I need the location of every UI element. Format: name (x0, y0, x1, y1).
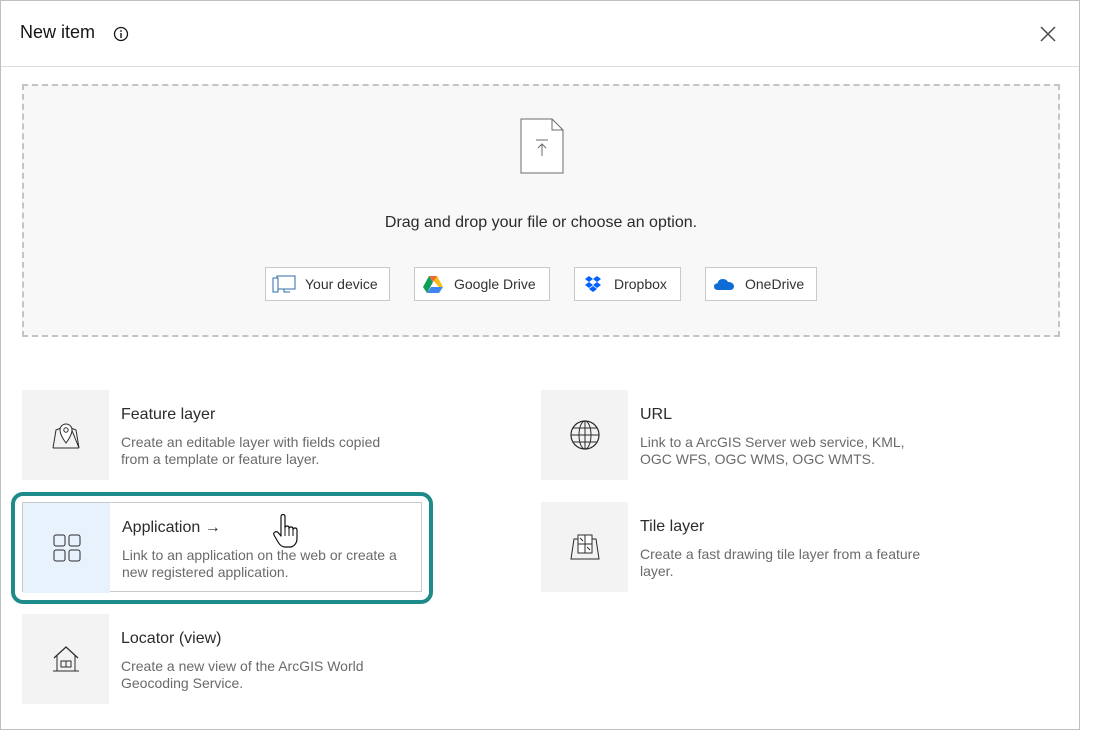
onedrive-icon (712, 274, 736, 294)
your-device-button[interactable]: Your device (265, 267, 390, 301)
dropzone-instructions: Drag and drop your file or choose an opt… (384, 214, 698, 231)
google-drive-icon (421, 274, 445, 294)
map-pin-icon (52, 423, 79, 449)
house-icon (52, 646, 79, 672)
google-drive-button[interactable]: Google Drive (414, 267, 550, 301)
dialog-header: New item (1, 1, 1079, 67)
url-description: Link to a ArcGIS Server web service, KML… (640, 434, 905, 467)
dropbox-button[interactable]: Dropbox (574, 267, 681, 301)
new-item-dialog: New item Drag and drop your file or choo… (0, 0, 1080, 730)
upload-file-icon (520, 118, 564, 174)
feature-layer-description: Create an editable layer with fields cop… (121, 434, 381, 467)
dialog-title: New item (20, 22, 96, 42)
info-icon[interactable] (113, 26, 129, 42)
locator-view-description: Create a new view of the ArcGIS World Ge… (121, 658, 364, 691)
dropbox-icon (581, 274, 605, 294)
google-drive-label: Google Drive (454, 276, 536, 292)
your-device-label: Your device (305, 276, 378, 292)
locator-view-title: Locator (view) (121, 630, 222, 647)
dropbox-label: Dropbox (614, 276, 667, 292)
tile-layer-thumb (541, 502, 628, 592)
close-icon[interactable] (1037, 23, 1059, 45)
url-thumb (541, 390, 628, 480)
feature-layer-thumb (22, 390, 109, 480)
feature-layer-title: Feature layer (121, 406, 216, 423)
tile-layer-option[interactable]: Tile layer Create a fast drawing tile la… (541, 502, 941, 592)
url-title: URL (640, 406, 673, 423)
onedrive-button[interactable]: OneDrive (705, 267, 817, 301)
file-dropzone[interactable]: Drag and drop your file or choose an opt… (22, 84, 1060, 337)
tile-layer-description: Create a fast drawing tile layer from a … (640, 546, 921, 579)
locator-view-option[interactable]: Locator (view) Create a new view of the … (22, 614, 422, 704)
device-icon (272, 274, 296, 294)
onedrive-label: OneDrive (745, 276, 805, 292)
tile-layer-title: Tile layer (640, 518, 705, 535)
tile-map-icon (569, 534, 600, 560)
selection-highlight (11, 492, 433, 604)
hand-cursor-icon (273, 513, 298, 548)
globe-icon (569, 420, 600, 450)
url-option[interactable]: URL Link to a ArcGIS Server web service,… (541, 390, 941, 480)
locator-view-thumb (22, 614, 109, 704)
feature-layer-option[interactable]: Feature layer Create an editable layer w… (22, 390, 422, 480)
